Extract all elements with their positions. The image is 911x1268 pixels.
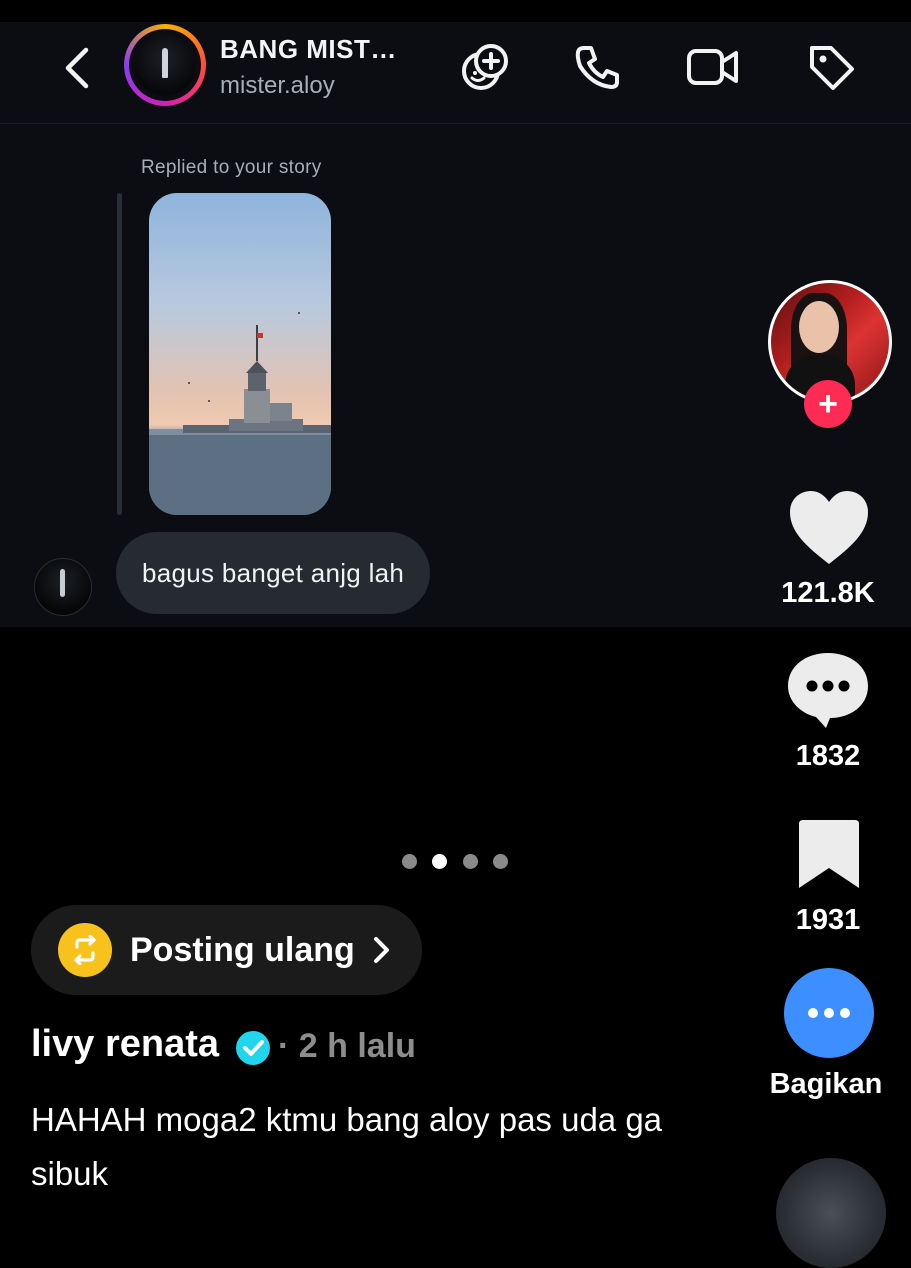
save-count: 1931 — [795, 904, 861, 936]
like-count: 121.8K — [781, 577, 875, 609]
share-button[interactable] — [784, 968, 874, 1058]
face-plus-icon[interactable] — [458, 40, 512, 94]
repost-button[interactable]: Posting ulang — [31, 905, 422, 995]
speech-bubble-icon[interactable] — [786, 650, 870, 730]
dm-contact-username: mister.aloy — [220, 72, 335, 99]
repost-arrows-icon — [58, 923, 112, 977]
pagination-dot[interactable] — [402, 854, 417, 869]
phone-icon[interactable] — [570, 40, 624, 94]
post-timestamp: · 2 h lalu — [278, 1027, 416, 1065]
comment-count: 1832 — [795, 740, 861, 772]
pagination-dot[interactable] — [493, 854, 508, 869]
status-strip — [0, 0, 911, 22]
sender-avatar[interactable] — [34, 558, 92, 616]
dm-contact-name: BANG MIST… — [220, 34, 397, 64]
message-bubble[interactable]: bagus banget anjg lah — [116, 532, 431, 614]
heart-icon[interactable] — [786, 488, 872, 568]
chevron-right-icon — [374, 937, 389, 963]
reply-indicator-line — [117, 193, 122, 515]
chevron-left-icon[interactable] — [58, 44, 98, 92]
bookmark-icon[interactable] — [797, 818, 861, 890]
post-author[interactable]: livy renata — [31, 1023, 219, 1066]
video-camera-icon[interactable] — [686, 40, 740, 94]
pagination-dot[interactable] — [463, 854, 478, 869]
repost-label: Posting ulang — [130, 931, 355, 969]
share-label: Bagikan — [769, 1068, 883, 1100]
message-text: bagus banget anjg lah — [142, 557, 405, 588]
pagination-dot-active[interactable] — [432, 854, 447, 869]
post-caption: HAHAH moga2 ktmu bang aloy pas uda ga si… — [31, 1101, 663, 1192]
verified-badge-icon — [236, 1031, 270, 1065]
replied-to-story-note: Replied to your story — [141, 157, 322, 178]
more-dots-icon — [808, 1008, 850, 1018]
story-thumbnail[interactable] — [149, 193, 331, 515]
dm-contact-avatar[interactable] — [124, 24, 206, 106]
tag-icon[interactable] — [804, 40, 858, 94]
music-disc[interactable] — [776, 1158, 886, 1268]
follow-plus-button[interactable]: + — [804, 380, 852, 428]
